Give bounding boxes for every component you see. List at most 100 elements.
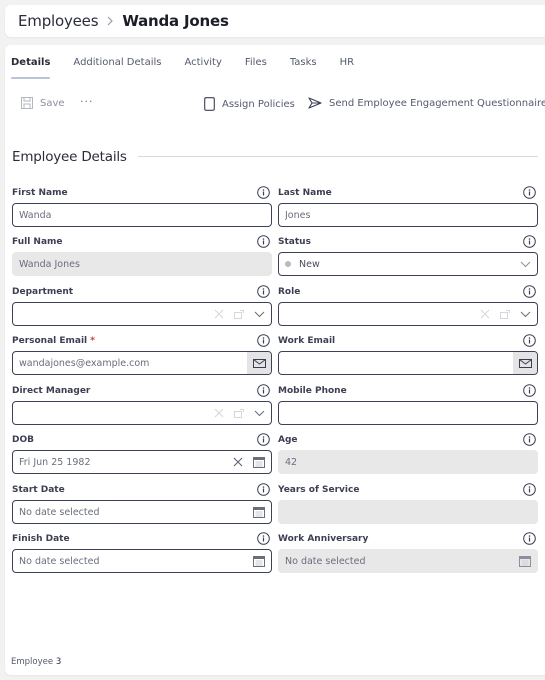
personal-email-label: Personal Email * [12, 336, 96, 346]
breadcrumb-employees-link[interactable]: Employees [18, 12, 99, 30]
age-input: 42 [278, 450, 538, 474]
footer-label: Employee [11, 657, 54, 667]
last-name-input[interactable]: Jones [278, 203, 538, 227]
last-name-field: Last Name Jones [278, 186, 538, 227]
info-icon[interactable] [523, 334, 536, 347]
open-record-icon[interactable] [234, 408, 244, 418]
info-icon[interactable] [257, 532, 270, 545]
tab-activity[interactable]: Activity [184, 55, 221, 79]
clear-icon[interactable] [480, 309, 490, 319]
open-record-icon[interactable] [234, 309, 244, 319]
info-icon[interactable] [257, 433, 270, 446]
mail-icon[interactable] [247, 352, 271, 374]
age-field: Age 42 [278, 433, 538, 474]
info-icon[interactable] [257, 483, 270, 496]
document-icon [204, 97, 215, 111]
calendar-icon [519, 555, 531, 567]
info-icon[interactable] [523, 483, 536, 496]
mobile-phone-input[interactable] [278, 401, 538, 425]
first-name-input[interactable]: Wanda [12, 203, 272, 227]
info-icon[interactable] [523, 285, 536, 298]
assign-policies-button[interactable]: Assign Policies [204, 97, 295, 111]
chevron-right-icon [106, 16, 114, 26]
info-icon[interactable] [523, 235, 536, 248]
role-field: Role [278, 285, 538, 326]
tab-files[interactable]: Files [245, 55, 267, 79]
status-dot-icon [285, 261, 291, 267]
finish-date-input[interactable]: No date selected [12, 549, 272, 573]
work-anniversary-input: No date selected [278, 549, 538, 573]
calendar-icon[interactable] [253, 506, 265, 518]
mail-icon[interactable] [513, 352, 537, 374]
save-label: Save [40, 97, 65, 109]
tab-tasks[interactable]: Tasks [290, 55, 317, 79]
chevron-down-icon[interactable] [520, 311, 531, 318]
toolbar: Save ··· Assign Policies Send Employee E… [5, 95, 545, 115]
info-icon[interactable] [257, 285, 270, 298]
clear-icon[interactable] [214, 408, 224, 418]
tab-additional-details[interactable]: Additional Details [73, 55, 161, 79]
finish-date-field: Finish Date No date selected [12, 532, 272, 573]
info-icon[interactable] [257, 334, 270, 347]
full-name-label: Full Name [12, 237, 63, 247]
direct-manager-select[interactable] [12, 401, 272, 425]
work-anniversary-label: Work Anniversary [278, 534, 369, 544]
dob-field: DOB Fri Jun 25 1982 [12, 433, 272, 474]
breadcrumb-current: Wanda Jones [122, 12, 229, 30]
clear-icon[interactable] [214, 309, 224, 319]
assign-policies-label: Assign Policies [222, 98, 295, 110]
info-icon[interactable] [523, 532, 536, 545]
department-select[interactable] [12, 302, 272, 326]
chevron-down-icon[interactable] [254, 410, 265, 417]
info-icon[interactable] [523, 433, 536, 446]
personal-email-input[interactable]: wandajones@example.com [12, 351, 272, 375]
work-email-label: Work Email [278, 336, 336, 346]
info-icon[interactable] [257, 384, 270, 397]
record-footer: Employee 3 [11, 657, 61, 667]
calendar-icon[interactable] [253, 456, 265, 468]
start-date-label: Start Date [12, 485, 65, 495]
more-options-button[interactable]: ··· [80, 95, 94, 108]
dob-label: DOB [12, 435, 34, 445]
work-email-field: Work Email [278, 334, 538, 375]
tab-hr[interactable]: HR [340, 55, 354, 79]
start-date-field: Start Date No date selected [12, 483, 272, 524]
first-name-field: First Name Wanda [12, 186, 272, 227]
info-icon[interactable] [257, 235, 270, 248]
info-icon[interactable] [523, 186, 536, 199]
send-questionnaire-button[interactable]: Send Employee Engagement Questionnaire [308, 97, 545, 109]
send-icon [308, 97, 322, 109]
chevron-down-icon[interactable] [520, 261, 531, 268]
department-field: Department [12, 285, 272, 326]
work-anniversary-field: Work Anniversary No date selected [278, 532, 538, 573]
role-label: Role [278, 287, 301, 297]
section-divider [138, 156, 538, 157]
status-label: Status [278, 237, 311, 247]
calendar-icon[interactable] [253, 555, 265, 567]
status-field: Status New [278, 235, 538, 276]
age-label: Age [278, 435, 298, 445]
info-icon[interactable] [257, 186, 270, 199]
send-questionnaire-label: Send Employee Engagement Questionnaire [329, 97, 545, 109]
last-name-label: Last Name [278, 188, 332, 198]
start-date-input[interactable]: No date selected [12, 500, 272, 524]
tab-details[interactable]: Details [11, 55, 51, 79]
department-label: Department [12, 287, 74, 297]
years-of-service-label: Years of Service [278, 485, 360, 495]
save-button[interactable]: Save [21, 97, 65, 109]
clear-icon[interactable] [233, 457, 243, 467]
direct-manager-field: Direct Manager [12, 384, 272, 425]
role-select[interactable] [278, 302, 538, 326]
work-email-input[interactable] [278, 351, 538, 375]
full-name-input: Wanda Jones [12, 252, 272, 276]
direct-manager-label: Direct Manager [12, 386, 91, 396]
section-title: Employee Details [12, 149, 127, 165]
status-select[interactable]: New [278, 252, 538, 276]
open-record-icon[interactable] [500, 309, 510, 319]
chevron-down-icon[interactable] [254, 311, 265, 318]
info-icon[interactable] [523, 384, 536, 397]
dob-date-input[interactable]: Fri Jun 25 1982 [12, 450, 272, 474]
save-icon [21, 97, 33, 109]
footer-record-number: 3 [55, 657, 62, 667]
mobile-phone-field: Mobile Phone [278, 384, 538, 425]
